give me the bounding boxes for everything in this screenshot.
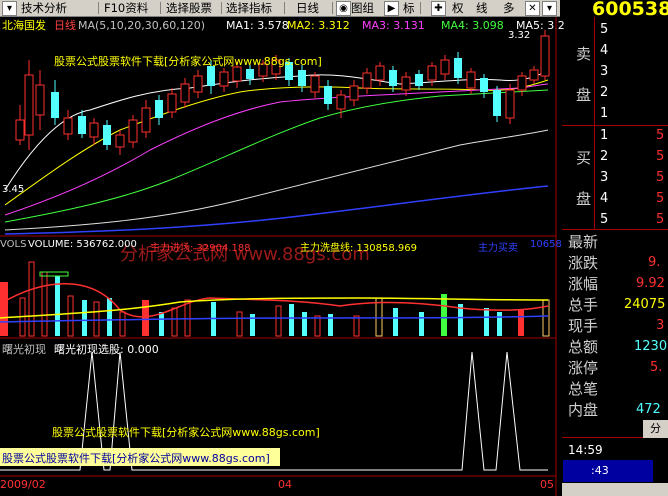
- change-value: 9.: [648, 255, 661, 270]
- limit-up-label: 涨停: [568, 359, 599, 377]
- main-wash-value: 主力洗盘线: 130858.969: [300, 243, 417, 254]
- total-hand-value: 24075: [624, 297, 666, 312]
- time-row: :43: [563, 460, 653, 482]
- indicator-name: 曙光初现: [2, 343, 46, 356]
- candlesticks: [15, 30, 550, 155]
- watermark-1: 股票公式股票软件下载[分析家公式网www.88gs.com]: [54, 55, 322, 68]
- total-hand-label: 总手: [568, 296, 599, 314]
- sell-3: 3: [600, 64, 609, 79]
- buy-2: 2: [600, 149, 609, 164]
- sell-2: 2: [600, 85, 609, 100]
- buy-4-value: 5: [656, 191, 665, 206]
- date-label-1: 2009/02: [0, 478, 46, 491]
- buy-label-1: 买: [576, 149, 592, 167]
- date-label-3: 05: [540, 478, 554, 491]
- volume-value: VOLUME: 536762.000: [28, 239, 137, 250]
- latest-label: 最新: [568, 233, 599, 251]
- status-bar: [562, 483, 668, 496]
- low-mark: 3.45: [2, 184, 25, 195]
- sell-5: 5: [600, 22, 609, 37]
- time-label-1: 14:59: [568, 443, 603, 457]
- pct-value: 9.92: [636, 276, 665, 291]
- buy-5-value: 5: [656, 212, 665, 227]
- high-mark: 3.32: [508, 30, 531, 41]
- change-label: 涨跌: [568, 254, 599, 272]
- date-label-2: 04: [278, 478, 292, 491]
- buy-5: 5: [600, 212, 609, 227]
- buy-3: 3: [600, 170, 609, 185]
- buy-3-value: 5: [656, 170, 665, 185]
- inner-value: 472: [636, 402, 661, 417]
- limit-up-value: 5.: [650, 360, 663, 375]
- sell-4: 4: [600, 43, 609, 58]
- pct-label: 涨幅: [568, 275, 599, 293]
- buy-1-value: 5: [656, 128, 665, 143]
- sell-label-2: 盘: [576, 86, 592, 104]
- indicator-value: 曙光初现选股: 0.000: [54, 343, 159, 356]
- watermark-box: 股票公式股票软件下载[分析家公式网www.88gs.com]: [0, 448, 280, 466]
- buy-label-2: 盘: [576, 190, 592, 208]
- main-trade-value: 10658: [530, 239, 562, 250]
- total-trades-label: 总笔: [568, 380, 599, 398]
- buy-2-value: 5: [656, 149, 665, 164]
- main-inflow-value: 主力进场: 32904.188: [150, 243, 251, 254]
- amount-label: 总额: [568, 338, 599, 356]
- current-hand-label: 现手: [568, 317, 599, 335]
- watermark-2: 股票公式股票软件下载[分析家公式网www.88gs.com]: [52, 426, 320, 439]
- current-hand-value: 3: [656, 318, 665, 333]
- sell-label-1: 卖: [576, 45, 592, 63]
- buy-4: 4: [600, 191, 609, 206]
- buy-1: 1: [600, 128, 609, 143]
- inner-label: 内盘: [568, 401, 599, 419]
- vols-label: VOLS: [0, 239, 27, 250]
- amount-value: 1230: [634, 339, 668, 354]
- sell-1: 1: [600, 106, 609, 121]
- main-trade-label: 主力买卖: [478, 243, 518, 254]
- split-tab[interactable]: 分: [643, 420, 668, 438]
